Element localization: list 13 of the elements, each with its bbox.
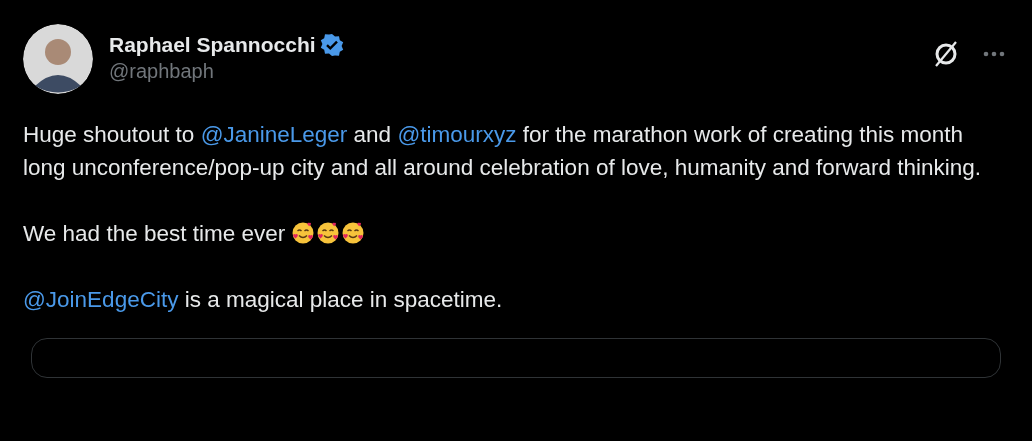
avatar[interactable] <box>23 24 93 94</box>
mention-link[interactable]: @JanineLeger <box>200 122 348 147</box>
more-icon[interactable] <box>983 51 1005 57</box>
author-handle[interactable]: @raphbaph <box>109 58 933 84</box>
smiling-face-with-hearts-icon <box>291 221 316 245</box>
author-name[interactable]: Raphael Spannocchi <box>109 32 316 58</box>
smiling-face-with-hearts-icon <box>316 221 341 245</box>
mention-link[interactable]: @timourxyz <box>397 122 517 147</box>
post-paragraph: We had the best time ever <box>23 217 1009 250</box>
post-paragraph: Huge shoutout to @JanineLeger and @timourxyz for the marathon work of creating this month long unconference/pop-up city and all around celebration of love, humanity and forward thinking. <box>23 121 983 182</box>
post-paragraph: @JoinEdgeCity is a magical place in spacetime. <box>23 286 504 314</box>
smiling-face-with-hearts-icon <box>341 221 366 245</box>
mention-link[interactable]: @JoinEdgeCity <box>23 287 179 312</box>
